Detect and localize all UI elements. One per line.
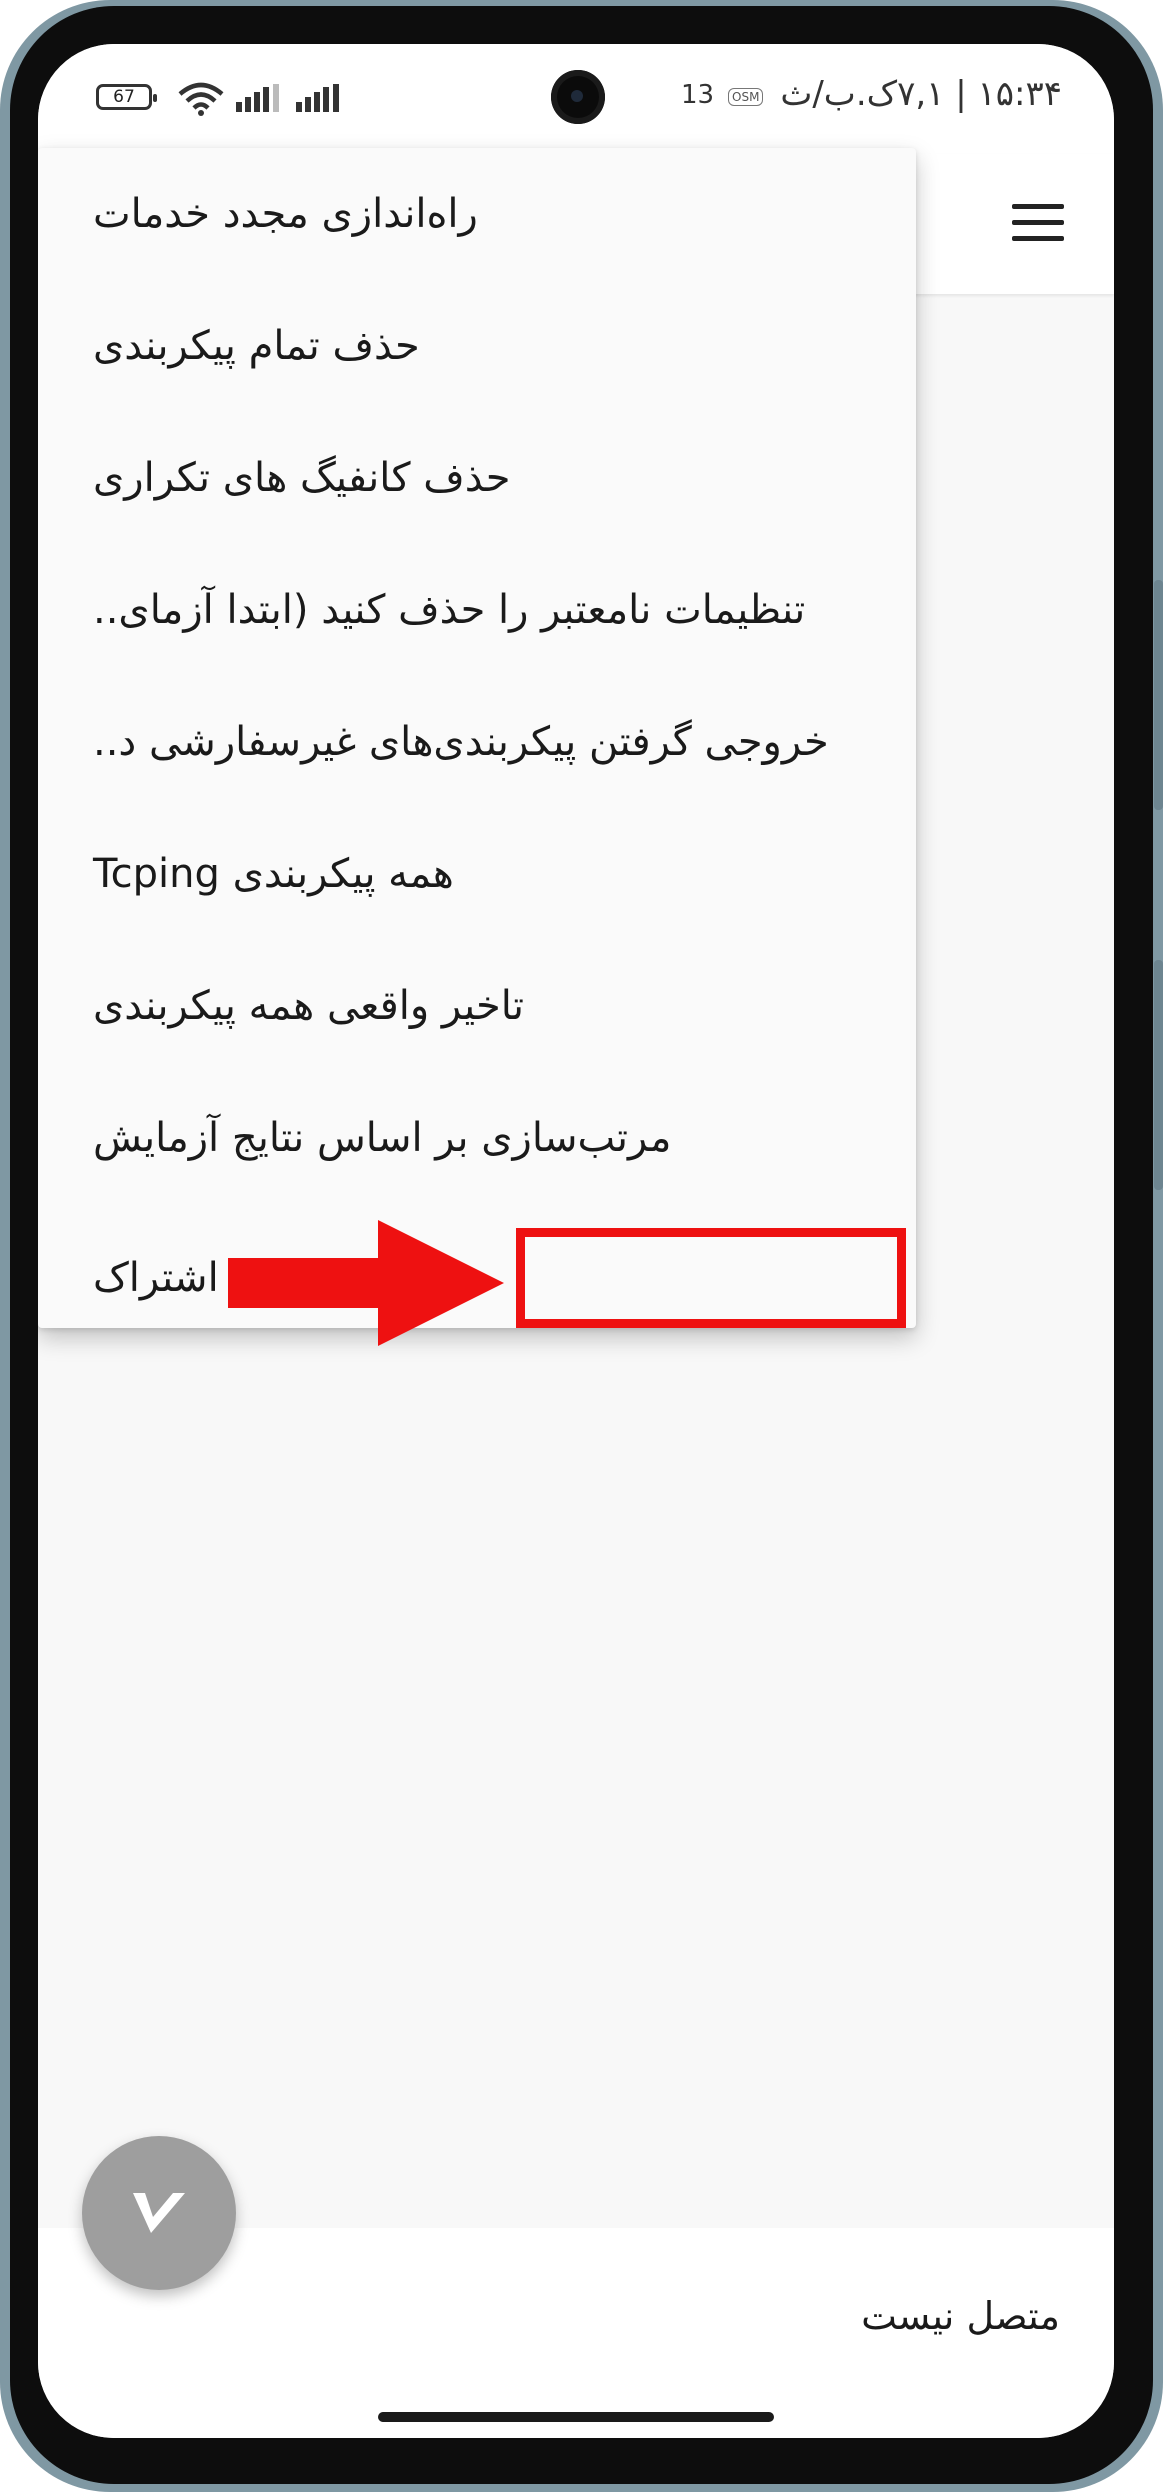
menu-item-export-configs[interactable]: خروجی گرفتن پیکربندی‌های غیرسفارشی د..	[38, 676, 874, 808]
menu-item-tcping-all[interactable]: همه پیکربندی Tcping	[38, 808, 874, 940]
wifi-icon	[178, 82, 224, 116]
screen: 67 13 OSM ۱۵:۳۴ | ۷,۱ک.ب/ث	[38, 44, 1114, 2438]
menu-item-delete-all-configs[interactable]: حذف تمام پیکربندی	[38, 280, 874, 412]
battery-icon: 67	[96, 84, 157, 110]
power-button	[1154, 960, 1163, 1190]
front-camera	[551, 70, 605, 124]
hamburger-icon[interactable]	[1012, 204, 1064, 244]
network-label: 13	[681, 80, 715, 110]
status-bar: 67 13 OSM ۱۵:۳۴ | ۷,۱ک.ب/ث	[38, 44, 1114, 154]
home-indicator[interactable]	[378, 2412, 774, 2422]
battery-level: 67	[113, 87, 135, 107]
menu-item-restart-services[interactable]: راه‌اندازی مجدد خدمات	[38, 148, 874, 280]
volume-button	[1154, 580, 1163, 810]
clock-and-speed: ۱۵:۳۴ | ۷,۱ک.ب/ث	[780, 74, 1062, 114]
osm-badge: OSM	[728, 88, 764, 106]
highlight-box	[516, 1228, 906, 1328]
connect-fab[interactable]	[82, 2136, 236, 2290]
menu-item-delete-duplicate-configs[interactable]: حذف کانفیگ های تکراری	[38, 412, 874, 544]
signal-icon	[236, 84, 279, 112]
menu-item-real-delay-all[interactable]: تاخیر واقعی همه پیکربندی	[38, 940, 874, 1072]
connection-status: متصل نیست	[861, 2294, 1060, 2338]
v-logo-icon	[133, 2193, 185, 2233]
menu-item-sort-by-test-results[interactable]: مرتب‌سازی بر اساس نتایج آزمایش	[38, 1072, 874, 1204]
signal-icon-2	[296, 84, 339, 112]
overflow-menu: راه‌اندازی مجدد خدمات حذف تمام پیکربندی …	[38, 148, 916, 1346]
menu-item-remove-invalid-configs[interactable]: تنظیمات نامعتبر را حذف کنید (ابتدا آزمای…	[38, 544, 874, 676]
red-arrow-icon	[228, 1220, 504, 1346]
